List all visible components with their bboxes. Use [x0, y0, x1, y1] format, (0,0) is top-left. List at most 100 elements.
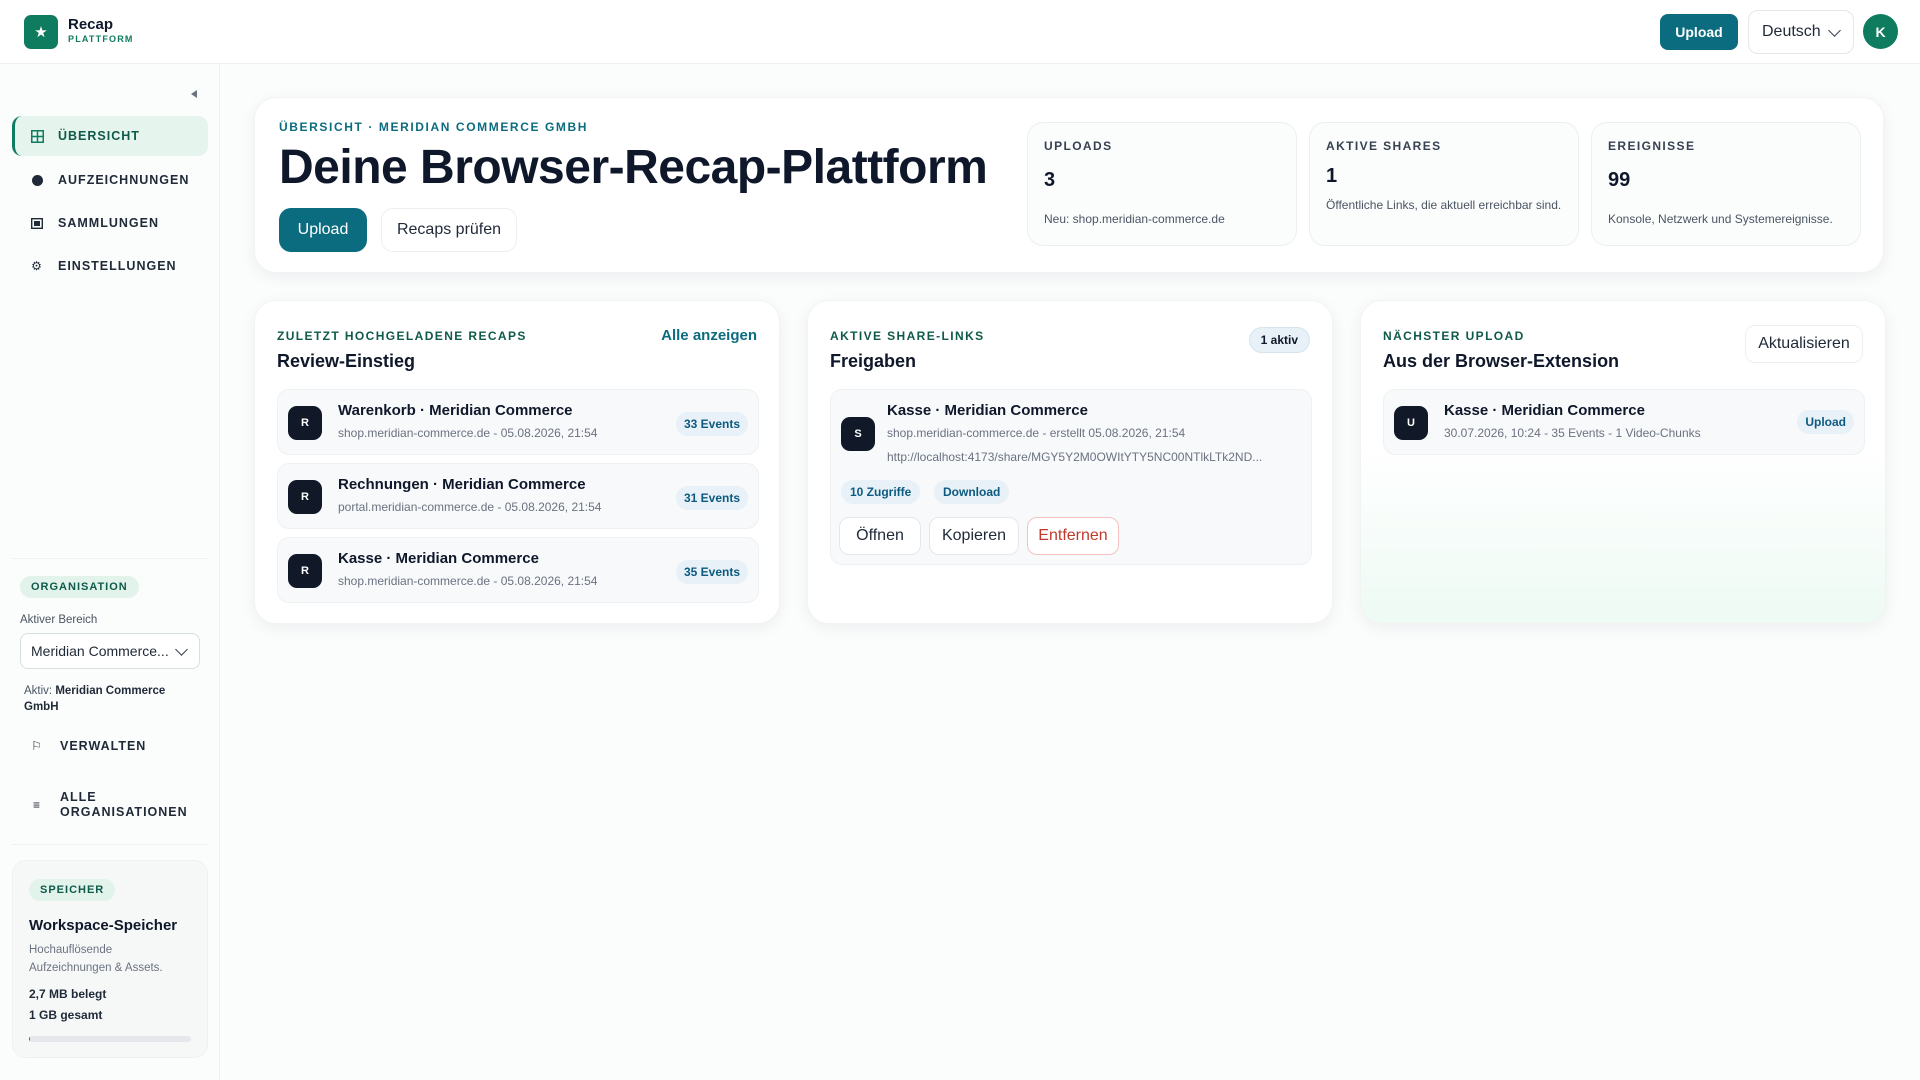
storage-progress-fill — [29, 1036, 30, 1042]
language-value: Deutsch — [1762, 23, 1821, 40]
share-avatar: S — [841, 417, 875, 451]
chevron-down-icon — [1828, 24, 1841, 37]
show-all-link[interactable]: Alle anzeigen — [661, 327, 757, 344]
panel-title: Aus der Browser-Extension — [1383, 351, 1620, 371]
recap-title: Rechnungen · Meridian Commerce — [338, 476, 586, 493]
stat-description: Konsole, Netzwerk und Systemereignisse. — [1608, 212, 1833, 226]
list-icon: ≡ — [32, 798, 41, 812]
active-count-badge: 1 aktiv — [1248, 327, 1310, 353]
upload-title: Kasse · Meridian Commerce — [1444, 402, 1645, 419]
top-bar: ★ Recap PLATTFORM Upload Deutsch K — [0, 0, 1920, 64]
panel-eyebrow: NÄCHSTER UPLOAD — [1383, 329, 1525, 343]
recap-meta: shop.meridian-commerce.de - 05.08.2026, … — [338, 426, 598, 440]
storage-progress-bar — [29, 1036, 191, 1042]
grid-icon — [30, 129, 44, 143]
gear-icon: ⚙ — [31, 259, 43, 273]
recap-title: Warenkorb · Meridian Commerce — [338, 402, 573, 419]
organisation-pill: ORGANISATION — [20, 576, 139, 598]
divider — [12, 558, 208, 559]
collection-icon — [30, 217, 44, 229]
manage-organisation-link[interactable]: ⚐ VERWALTEN — [30, 739, 146, 753]
recap-meta: shop.meridian-commerce.de - 05.08.2026, … — [338, 574, 598, 588]
panel-title: Review-Einstieg — [277, 351, 416, 371]
sidebar-item-collections[interactable]: SAMMLUNGEN — [12, 203, 208, 243]
app-title[interactable]: Recap — [68, 16, 113, 33]
storage-description: Hochauflösende Aufzeichnungen & Assets. — [29, 944, 163, 974]
stat-description: Öffentliche Links, die aktuell erreichba… — [1326, 198, 1562, 212]
stat-description: Neu: shop.meridian-commerce.de — [1044, 212, 1225, 226]
record-dot-icon — [30, 174, 44, 186]
upload-avatar: U — [1394, 406, 1428, 440]
next-upload-panel: NÄCHSTER UPLOAD Aus der Browser-Extensio… — [1360, 300, 1886, 624]
panel-eyebrow: AKTIVE SHARE-LINKS — [830, 329, 985, 343]
storage-card: SPEICHER Workspace-Speicher Hochauflösen… — [12, 860, 208, 1058]
share-url[interactable]: http://localhost:4173/share/MGY5Y2M0OWIt… — [887, 450, 1299, 464]
events-badge: 31 Events — [675, 486, 748, 510]
sidebar-item-label: ÜBERSICHT — [58, 129, 140, 143]
recap-title: Kasse · Meridian Commerce — [338, 550, 539, 567]
events-badge: 33 Events — [675, 412, 748, 436]
sidebar-item-label: EINSTELLUNGEN — [58, 259, 177, 273]
download-chip: Download — [934, 480, 1010, 504]
organisation-select[interactable]: Meridian Commerce... — [20, 633, 200, 669]
storage-used: 2,7 MB belegt — [29, 987, 107, 1001]
recap-avatar: R — [288, 554, 322, 588]
events-badge: 35 Events — [675, 560, 748, 584]
upload-meta: 30.07.2026, 10:24 - 35 Events - 1 Video-… — [1444, 426, 1701, 440]
language-select[interactable]: Deutsch — [1748, 10, 1854, 54]
stat-value: 1 — [1326, 165, 1338, 187]
organisation-value: Meridian Commerce... — [31, 643, 169, 659]
open-button[interactable]: Öffnen — [839, 517, 921, 555]
app-subtitle: PLATTFORM — [68, 34, 134, 44]
all-organisations-link[interactable]: ≡ ALLE ORGANISATIONEN — [30, 790, 188, 820]
remove-button[interactable]: Entfernen — [1027, 517, 1119, 555]
sidebar-item-settings[interactable]: ⚙ EINSTELLUNGEN — [12, 246, 208, 286]
stat-label: UPLOADS — [1044, 139, 1113, 153]
sidebar-item-label: AUFZEICHNUNGEN — [58, 173, 190, 187]
stat-value: 99 — [1608, 169, 1631, 191]
stat-label: AKTIVE SHARES — [1326, 139, 1442, 153]
page-title: Deine Browser-Recap-Plattform — [279, 141, 988, 194]
stat-value: 3 — [1044, 169, 1056, 191]
storage-pill: SPEICHER — [29, 879, 116, 901]
share-links-panel: AKTIVE SHARE-LINKS Freigaben 1 aktiv S K… — [807, 300, 1333, 624]
storage-total: 1 GB gesamt — [29, 1008, 103, 1022]
sidebar: ÜBERSICHT AUFZEICHNUNGEN SAMMLUNGEN ⚙ EI… — [0, 64, 220, 1080]
recap-avatar: R — [288, 480, 322, 514]
copy-button[interactable]: Kopieren — [929, 517, 1019, 555]
panel-title: Freigaben — [830, 351, 917, 371]
views-chip: 10 Zugriffe — [841, 480, 921, 504]
share-meta: shop.meridian-commerce.de - erstellt 05.… — [887, 426, 1186, 440]
collapse-sidebar-icon[interactable] — [191, 90, 197, 98]
list-item[interactable]: R Kasse · Meridian Commerce shop.meridia… — [277, 537, 759, 603]
chevron-down-icon — [175, 643, 188, 656]
list-item[interactable]: U Kasse · Meridian Commerce 30.07.2026, … — [1383, 389, 1865, 455]
flag-icon: ⚐ — [31, 739, 43, 753]
avatar[interactable]: K — [1863, 14, 1898, 49]
recap-avatar: R — [288, 406, 322, 440]
divider — [12, 844, 208, 845]
active-organisation-text: Aktiv: Meridian Commerce GmbH — [24, 685, 166, 713]
recent-recaps-panel: ZULETZT HOCHGELADENE RECAPS Review-Einst… — [254, 300, 780, 624]
sidebar-item-overview[interactable]: ÜBERSICHT — [12, 116, 208, 156]
stat-label: EREIGNISSE — [1608, 139, 1696, 153]
panel-eyebrow: ZULETZT HOCHGELADENE RECAPS — [277, 329, 527, 343]
recap-meta: portal.meridian-commerce.de - 05.08.2026… — [338, 500, 602, 514]
stat-card-active-shares: AKTIVE SHARES 1 Öffentliche Links, die a… — [1309, 122, 1579, 246]
top-upload-button[interactable]: Upload — [1660, 14, 1738, 50]
stat-card-events: EREIGNISSE 99 Konsole, Netzwerk und Syst… — [1591, 122, 1861, 246]
active-area-label: Aktiver Bereich — [20, 614, 98, 626]
refresh-button[interactable]: Aktualisieren — [1745, 325, 1863, 363]
list-item[interactable]: R Warenkorb · Meridian Commerce shop.mer… — [277, 389, 759, 455]
star-icon[interactable]: ★ — [24, 15, 58, 49]
sidebar-item-label: SAMMLUNGEN — [58, 216, 159, 230]
storage-title: Workspace-Speicher — [29, 917, 178, 934]
upload-button[interactable]: Upload — [279, 208, 367, 252]
share-title: Kasse · Meridian Commerce — [887, 402, 1088, 419]
upload-badge: Upload — [1797, 410, 1854, 434]
overview-hero-card: ÜBERSICHT · MERIDIAN COMMERCE GMBH Deine… — [254, 97, 1884, 273]
hero-eyebrow: ÜBERSICHT · MERIDIAN COMMERCE GMBH — [279, 120, 589, 134]
sidebar-item-recordings[interactable]: AUFZEICHNUNGEN — [12, 160, 208, 200]
list-item[interactable]: R Rechnungen · Meridian Commerce portal.… — [277, 463, 759, 529]
review-recaps-button[interactable]: Recaps prüfen — [381, 208, 517, 252]
